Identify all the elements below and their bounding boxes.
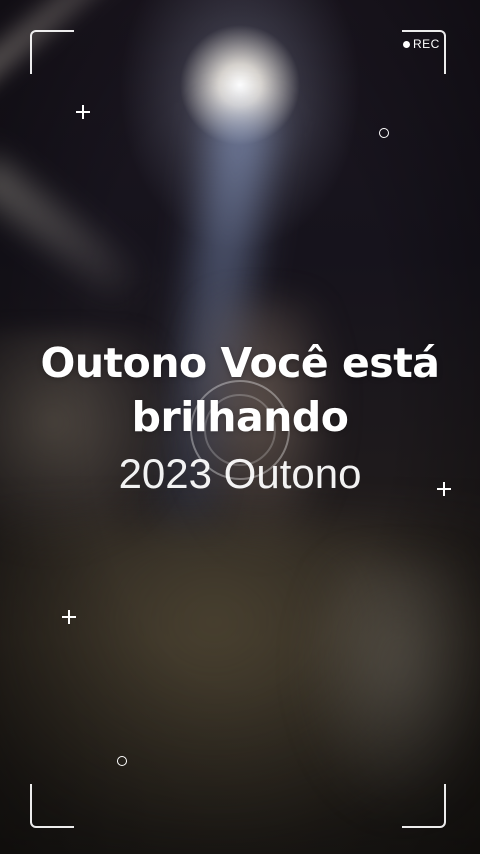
- sparkle-circle-icon: [117, 756, 127, 766]
- viewfinder-corner-bottom-right: [402, 784, 446, 828]
- camera-frame: REC Outono Você está brilhando 2023 Outo…: [0, 0, 480, 854]
- rec-indicator: REC: [403, 37, 440, 51]
- record-dot-icon: [403, 40, 410, 48]
- headline: Outono Você está brilhando: [0, 336, 480, 444]
- sparkle-circle-icon: [379, 128, 389, 138]
- viewfinder-corner-bottom-left: [30, 784, 74, 828]
- sparkle-plus-icon: [76, 105, 90, 119]
- sparkle-plus-icon: [62, 610, 76, 624]
- viewfinder-corner-top-left: [30, 30, 74, 74]
- rec-label: REC: [413, 37, 440, 51]
- headline-line-1: Outono Você está: [40, 339, 440, 387]
- caption-overlay: Outono Você está brilhando 2023 Outono: [0, 336, 480, 502]
- headline-line-2: brilhando: [131, 393, 349, 441]
- subtitle: 2023 Outono: [118, 450, 362, 497]
